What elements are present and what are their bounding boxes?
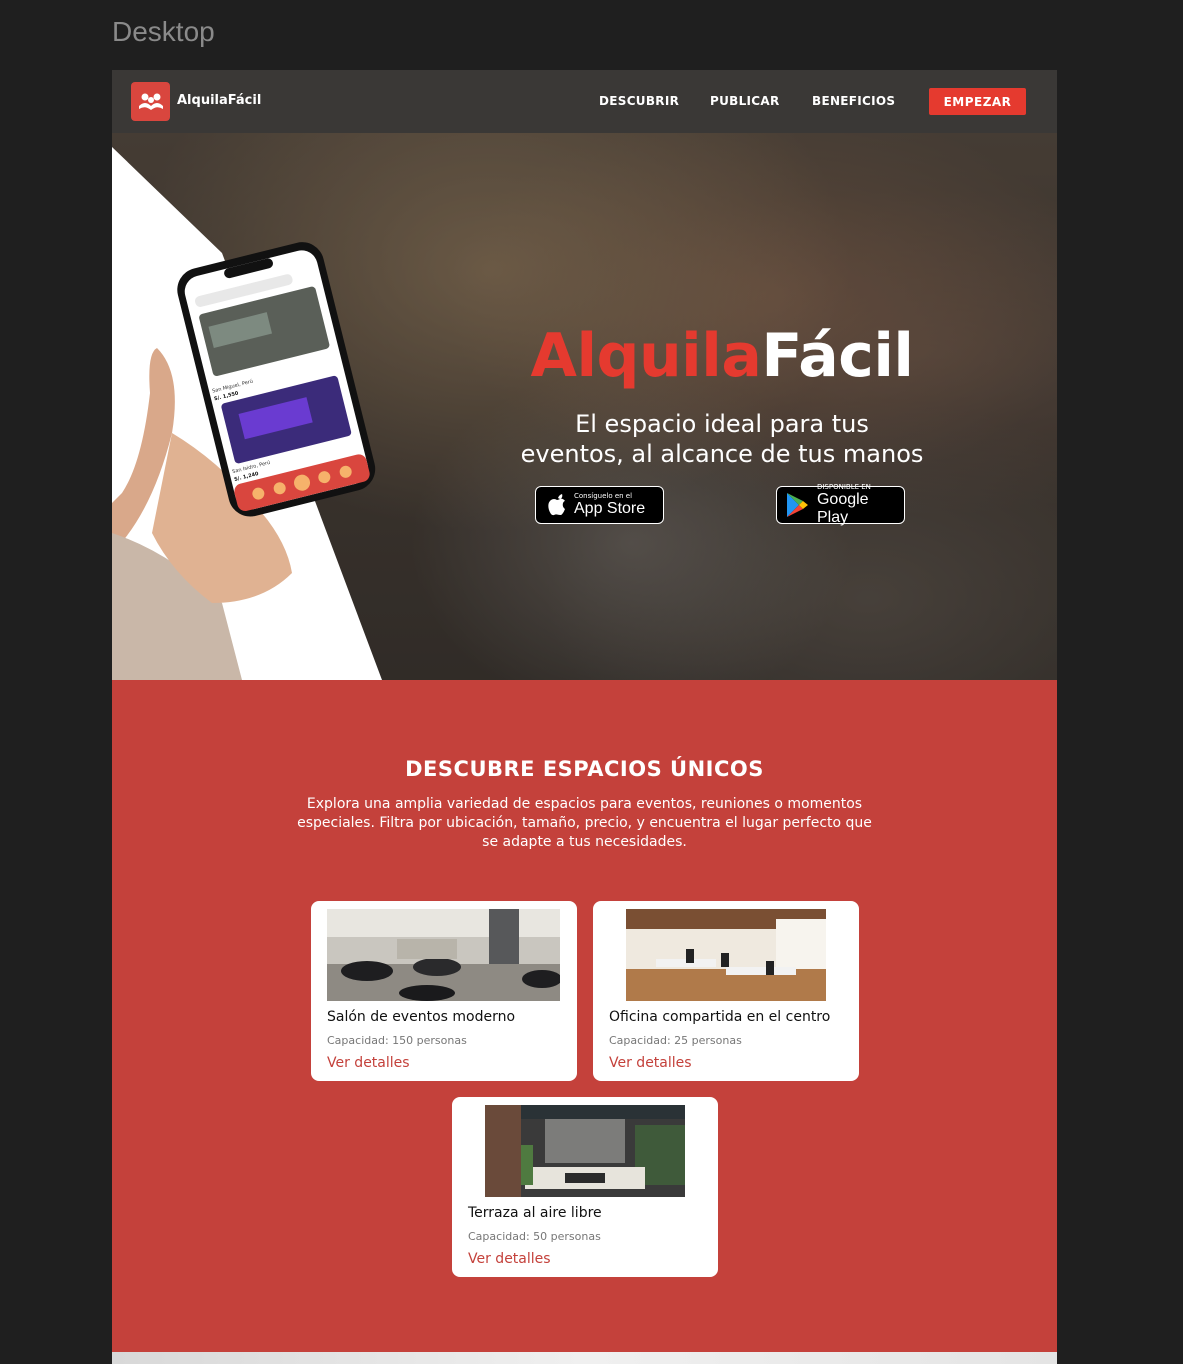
hero-title: AlquilaFácil: [492, 321, 952, 391]
card-capacity: Capacidad: 50 personas: [468, 1230, 601, 1243]
app-store-big-text: App Store: [574, 500, 646, 517]
nav-links: DESCUBRIR PUBLICAR BENEFICIOS: [112, 94, 1057, 110]
space-card[interactable]: Salón de eventos moderno Capacidad: 150 …: [311, 901, 577, 1081]
space-card[interactable]: Terraza al aire libre Capacidad: 50 pers…: [452, 1097, 718, 1277]
landing-page-frame: AlquilaFácil DESCUBRIR PUBLICAR BENEFICI…: [112, 70, 1057, 1364]
canvas-label: Desktop: [112, 16, 215, 47]
space-card[interactable]: Oficina compartida en el centro Capacida…: [593, 901, 859, 1081]
navbar: AlquilaFácil DESCUBRIR PUBLICAR BENEFICI…: [112, 70, 1057, 133]
hero-subtitle-line2: eventos, al alcance de tus manos: [520, 440, 924, 468]
card-title: Oficina compartida en el centro: [609, 1009, 831, 1025]
google-play-small-text: DISPONIBLE EN: [816, 483, 871, 491]
card-title: Salón de eventos moderno: [327, 1009, 516, 1025]
view-details-link[interactable]: Ver detalles: [609, 1055, 692, 1071]
view-details-link[interactable]: Ver detalles: [327, 1055, 410, 1071]
hero-title-alquila: Alquila: [530, 321, 762, 391]
nav-link-beneficios[interactable]: BENEFICIOS: [812, 94, 895, 108]
nav-link-publicar[interactable]: PUBLICAR: [710, 94, 780, 108]
app-store-small-text: Consíguelo en el: [574, 492, 633, 500]
discover-description: Explora una amplia variedad de espacios …: [297, 796, 872, 850]
nav-link-descubrir[interactable]: DESCUBRIR: [599, 94, 679, 108]
hero-subtitle: El espacio ideal para tus eventos, al al…: [507, 409, 937, 469]
card-capacity: Capacidad: 150 personas: [327, 1034, 467, 1047]
discover-title: DESCUBRE ESPACIOS ÚNICOS: [405, 757, 764, 781]
next-section-edge: [112, 1352, 1057, 1364]
google-play-icon: [786, 493, 808, 517]
card-capacity: Capacidad: 25 personas: [609, 1034, 742, 1047]
view-details-link[interactable]: Ver detalles: [468, 1251, 551, 1267]
hero-phone-illustration: San Miguel, Perú S/. 1,550 San Isidro, P…: [112, 147, 382, 680]
event-hall-image: [327, 909, 560, 1001]
hero-section: San Miguel, Perú S/. 1,550 San Isidro, P…: [112, 133, 1057, 680]
app-store-button[interactable]: Consíguelo en el App Store: [535, 486, 664, 524]
hero-title-facil: Fácil: [761, 321, 914, 391]
hero-subtitle-line1: El espacio ideal para tus: [575, 410, 869, 438]
google-play-button[interactable]: DISPONIBLE EN Google Play: [776, 483, 905, 526]
google-play-big-text: Google Play: [816, 491, 869, 526]
coworking-office-image: [626, 909, 826, 1001]
start-button[interactable]: EMPEZAR: [929, 88, 1026, 115]
apple-icon: [548, 494, 565, 516]
card-title: Terraza al aire libre: [468, 1205, 602, 1221]
terrace-image: [485, 1105, 685, 1197]
